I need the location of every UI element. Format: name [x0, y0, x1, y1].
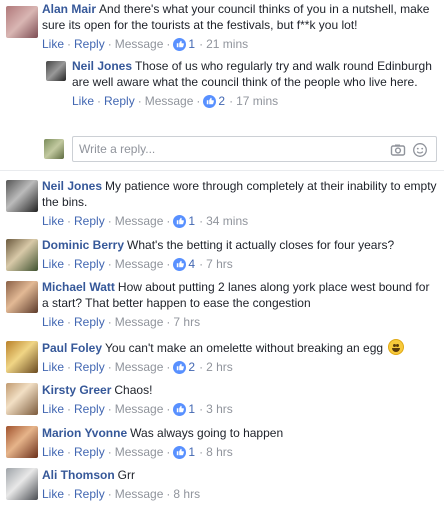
- divider: [0, 170, 444, 171]
- timestamp[interactable]: 8 hrs: [173, 486, 200, 502]
- reply-link[interactable]: Reply: [104, 93, 135, 109]
- emoji-icon[interactable]: [412, 142, 428, 158]
- timestamp[interactable]: 8 hrs: [206, 444, 233, 460]
- author-link[interactable]: Kirsty Greer: [42, 383, 111, 397]
- timestamp[interactable]: 3 hrs: [206, 401, 233, 417]
- comment-text: Kirsty Greer Chaos!: [42, 383, 153, 397]
- comment-actions: Like · Reply · Message · 1 · 3 hrs: [42, 401, 233, 417]
- like-badge-icon[interactable]: [173, 214, 187, 228]
- like-link[interactable]: Like: [72, 93, 94, 109]
- author-link[interactable]: Neil Jones: [42, 179, 102, 193]
- like-count[interactable]: 2: [218, 93, 225, 109]
- like-count[interactable]: 1: [188, 213, 195, 229]
- smile-emoji-icon: [388, 339, 405, 355]
- reply-link[interactable]: Reply: [74, 213, 105, 229]
- avatar[interactable]: [6, 468, 38, 500]
- author-link[interactable]: Marion Yvonne: [42, 426, 127, 440]
- reply-link[interactable]: Reply: [74, 359, 105, 375]
- comment-actions: Like · Reply · Message · 1 · 34 mins: [42, 213, 249, 229]
- like-badge-icon[interactable]: [173, 445, 187, 459]
- comment-actions: Like · Reply · Message · 1 · 21 mins: [42, 36, 249, 52]
- comment-text: Ali Thomson Grr: [42, 468, 135, 482]
- like-link[interactable]: Like: [42, 359, 64, 375]
- author-link[interactable]: Dominic Berry: [42, 238, 124, 252]
- like-count[interactable]: 1: [188, 444, 195, 460]
- reply-box[interactable]: [72, 136, 437, 162]
- timestamp[interactable]: 7 hrs: [206, 256, 233, 272]
- author-link[interactable]: Michael Watt: [42, 280, 115, 294]
- like-link[interactable]: Like: [42, 213, 64, 229]
- message-link[interactable]: Message: [115, 256, 164, 272]
- like-link[interactable]: Like: [42, 314, 64, 330]
- like-count[interactable]: 1: [188, 36, 195, 52]
- avatar[interactable]: [6, 281, 38, 313]
- like-link[interactable]: Like: [42, 486, 64, 502]
- comment-actions: Like · Reply · Message · 2 · 17 mins: [72, 93, 279, 109]
- comment-actions: Like · Reply · Message · 1 · 8 hrs: [42, 444, 233, 460]
- message-link[interactable]: Message: [115, 359, 164, 375]
- like-link[interactable]: Like: [42, 36, 64, 52]
- message-link[interactable]: Message: [115, 486, 164, 502]
- comment-text: Marion Yvonne Was always going to happen: [42, 426, 284, 440]
- timestamp[interactable]: 34 mins: [206, 213, 248, 229]
- avatar[interactable]: [6, 239, 38, 271]
- like-count[interactable]: 1: [188, 401, 195, 417]
- camera-icon[interactable]: [390, 142, 406, 158]
- reply-input[interactable]: [79, 142, 369, 156]
- avatar[interactable]: [6, 180, 38, 212]
- reply-link[interactable]: Reply: [74, 486, 105, 502]
- message-link[interactable]: Message: [115, 401, 164, 417]
- message-link[interactable]: Message: [115, 444, 164, 460]
- message-link[interactable]: Message: [115, 314, 164, 330]
- reply-link[interactable]: Reply: [74, 401, 105, 417]
- like-badge-icon[interactable]: [173, 257, 187, 271]
- timestamp[interactable]: 21 mins: [206, 36, 248, 52]
- reply-link[interactable]: Reply: [74, 36, 105, 52]
- avatar[interactable]: [46, 61, 66, 81]
- message-link[interactable]: Message: [145, 93, 194, 109]
- author-link[interactable]: Alan Mair: [42, 2, 96, 16]
- like-count[interactable]: 2: [188, 359, 195, 375]
- comment-text: Neil Jones Those of us who regularly try …: [72, 59, 432, 89]
- current-user-avatar: [44, 139, 64, 159]
- like-badge-icon[interactable]: [173, 37, 187, 51]
- reply-link[interactable]: Reply: [74, 444, 105, 460]
- comment-text: Neil Jones My patience wore through compl…: [42, 179, 437, 209]
- comment-text: Paul Foley You can't make an omelette wit…: [42, 339, 438, 356]
- comment-actions: Like · Reply · Message · 7 hrs: [42, 314, 201, 330]
- like-badge-icon[interactable]: [173, 360, 187, 374]
- comment-actions: Like · Reply · Message · 4 · 7 hrs: [42, 256, 233, 272]
- timestamp[interactable]: 2 hrs: [206, 359, 233, 375]
- comment-actions: Like · Reply · Message · 8 hrs: [42, 486, 201, 502]
- like-link[interactable]: Like: [42, 401, 64, 417]
- message-link[interactable]: Message: [115, 213, 164, 229]
- author-link[interactable]: Paul Foley: [42, 341, 102, 355]
- avatar[interactable]: [6, 426, 38, 458]
- like-badge-icon[interactable]: [173, 402, 187, 416]
- timestamp[interactable]: 7 hrs: [173, 314, 200, 330]
- message-link[interactable]: Message: [115, 36, 164, 52]
- avatar[interactable]: [6, 383, 38, 415]
- avatar[interactable]: [6, 341, 38, 373]
- reply-link[interactable]: Reply: [74, 256, 105, 272]
- reply-link[interactable]: Reply: [74, 314, 105, 330]
- comment-text: Michael Watt How about putting 2 lanes al…: [42, 280, 430, 310]
- avatar[interactable]: [6, 6, 38, 38]
- like-count[interactable]: 4: [188, 256, 195, 272]
- like-link[interactable]: Like: [42, 256, 64, 272]
- timestamp[interactable]: 17 mins: [236, 93, 278, 109]
- author-link[interactable]: Neil Jones: [72, 59, 132, 73]
- author-link[interactable]: Ali Thomson: [42, 468, 115, 482]
- like-badge-icon[interactable]: [203, 94, 217, 108]
- comment-text: Alan Mair And there's what your council t…: [42, 2, 430, 32]
- comment-text: Dominic Berry What's the betting it actua…: [42, 238, 395, 252]
- comment-actions: Like · Reply · Message · 2 · 2 hrs: [42, 359, 233, 375]
- like-link[interactable]: Like: [42, 444, 64, 460]
